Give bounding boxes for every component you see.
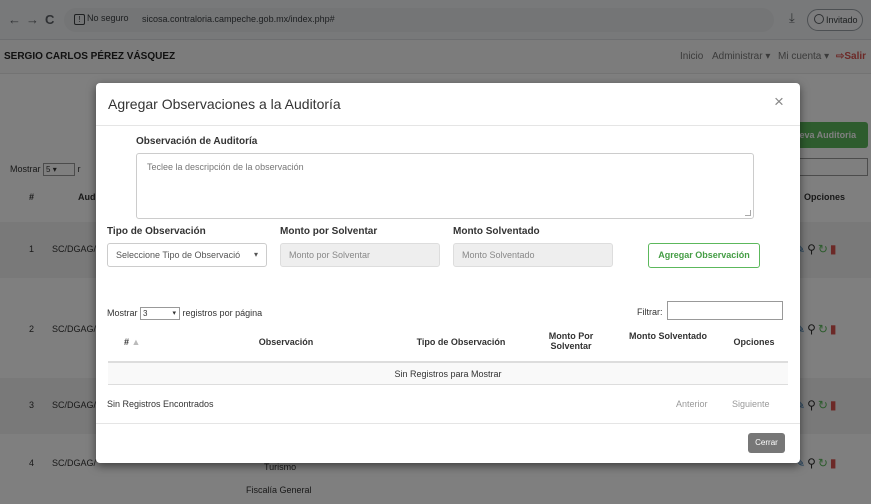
- col-observacion[interactable]: Observación: [216, 337, 356, 347]
- table-info: Sin Registros Encontrados: [107, 399, 214, 409]
- monto-solventado-label: Monto Solventado: [453, 226, 540, 237]
- tipo-observacion-label: Tipo de Observación: [107, 226, 206, 237]
- tipo-observacion-select[interactable]: Seleccione Tipo de Observació ▾: [107, 243, 267, 267]
- resize-handle-icon[interactable]: [745, 210, 751, 216]
- monto-por-solventar-label: Monto por Solventar: [280, 226, 378, 237]
- page-size-control: Mostrar 3 ▾ registros por página: [107, 307, 262, 320]
- observacion-textarea[interactable]: Teclee la descripción de la observación: [136, 153, 754, 219]
- col-monto-por-solventar[interactable]: Monto Por Solventar: [536, 331, 606, 351]
- close-icon[interactable]: ×: [774, 93, 784, 110]
- page-size-select[interactable]: 3 ▾: [140, 307, 181, 320]
- filtrar-input[interactable]: [667, 301, 783, 320]
- registros-label: registros por página: [182, 307, 263, 318]
- pager-previous[interactable]: Anterior: [676, 399, 708, 409]
- col-num[interactable]: # ▲: [124, 337, 140, 347]
- observacion-label: Observación de Auditoría: [136, 136, 258, 147]
- modal-footer-divider: [96, 423, 800, 424]
- col-num-label: #: [124, 337, 130, 347]
- page-size-value: 3: [143, 309, 148, 318]
- chevron-down-icon: ▾: [172, 310, 177, 317]
- mostrar-label: Mostrar: [107, 307, 138, 318]
- col-tipo-observacion[interactable]: Tipo de Observación: [401, 337, 521, 347]
- monto-solventado-input[interactable]: Monto Solventado: [453, 243, 613, 267]
- pager-next[interactable]: Siguiente: [732, 399, 770, 409]
- filtrar-label: Filtrar:: [637, 307, 663, 317]
- empty-table-message: Sin Registros para Mostrar: [108, 363, 788, 385]
- col-opciones: Opciones: [733, 337, 775, 347]
- agregar-observacion-button[interactable]: Agregar Observación: [648, 243, 760, 268]
- modal-header-divider: [96, 125, 800, 126]
- sort-asc-icon: ▲: [131, 337, 141, 347]
- tipo-observacion-value: Seleccione Tipo de Observació: [116, 250, 241, 260]
- observacion-placeholder: Teclee la descripción de la observación: [147, 162, 304, 172]
- monto-por-solventar-input[interactable]: Monto por Solventar: [280, 243, 440, 267]
- col-monto-solventado[interactable]: Monto Solventado: [628, 331, 708, 341]
- modal-title: Agregar Observaciones a la Auditoría: [108, 96, 341, 112]
- agregar-observaciones-modal: Agregar Observaciones a la Auditoría × O…: [96, 83, 800, 463]
- cerrar-button[interactable]: Cerrar: [748, 433, 785, 453]
- chevron-down-icon: ▾: [253, 250, 258, 259]
